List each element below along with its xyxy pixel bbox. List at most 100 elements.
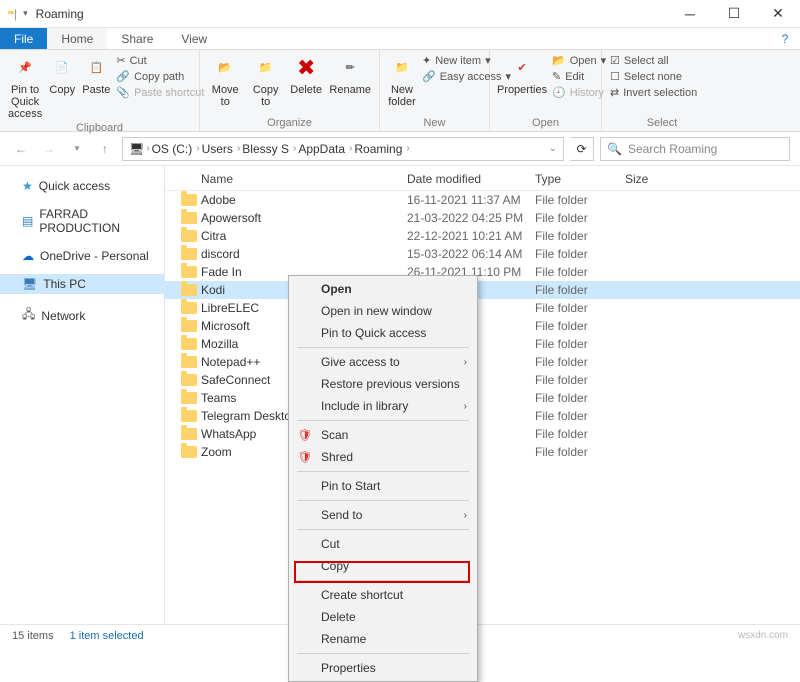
invert-selection-button[interactable]: ⇄ Invert selection <box>610 86 697 99</box>
breadcrumb-seg[interactable]: Blessy S <box>242 142 289 156</box>
ctx-include-in-library[interactable]: Include in library› <box>291 395 475 417</box>
tab-view[interactable]: View <box>167 28 221 49</box>
folder-icon <box>179 248 199 260</box>
file-type: File folder <box>535 337 625 351</box>
help-icon[interactable]: ? <box>770 28 800 49</box>
file-type: File folder <box>535 319 625 333</box>
new-folder-button[interactable]: 📁New folder <box>388 54 416 108</box>
refresh-button[interactable]: ⟳ <box>570 137 594 161</box>
ctx-copy[interactable]: Copy <box>291 555 475 577</box>
open-button[interactable]: 📂 Open ▾ <box>552 54 606 67</box>
file-date: 15-03-2022 06:14 AM <box>407 247 535 261</box>
ctx-give-access-to[interactable]: Give access to› <box>291 351 475 373</box>
minimize-button[interactable]: ─ <box>668 0 712 28</box>
ctx-pin-quick-access[interactable]: Pin to Quick access <box>291 322 475 344</box>
ctx-open[interactable]: Open <box>291 278 475 300</box>
cut-button[interactable]: ✂ Cut <box>116 54 204 67</box>
qat-dropdown-icon[interactable]: ▾ <box>23 8 28 19</box>
col-name[interactable]: Name <box>201 172 407 186</box>
ctx-create-shortcut[interactable]: Create shortcut <box>291 584 475 606</box>
sidebar-icon: ★ <box>22 179 33 193</box>
col-size[interactable]: Size <box>625 172 685 186</box>
table-row[interactable]: Citra22-12-2021 10:21 AMFile folder <box>165 227 800 245</box>
table-row[interactable]: KodiFile folder <box>165 281 800 299</box>
file-type: File folder <box>535 301 625 315</box>
recent-locations-button[interactable]: ▾ <box>66 138 88 160</box>
ctx-cut[interactable]: Cut <box>291 533 475 555</box>
ctx-properties[interactable]: Properties <box>291 657 475 679</box>
table-row[interactable]: Telegram DesktopFile folder <box>165 407 800 425</box>
shield-icon: 🛡 <box>297 450 313 464</box>
properties-button[interactable]: ✔Properties <box>498 54 546 96</box>
sidebar-item[interactable]: ☁ OneDrive - Personal <box>0 246 164 266</box>
file-name: discord <box>199 247 407 261</box>
file-name: Adobe <box>199 193 407 207</box>
search-input[interactable]: 🔍 Search Roaming <box>600 137 790 161</box>
status-selected-count: 1 item selected <box>70 630 144 642</box>
ctx-restore-previous[interactable]: Restore previous versions <box>291 373 475 395</box>
copy-button[interactable]: 📄Copy <box>48 54 76 96</box>
file-date: 22-12-2021 10:21 AM <box>407 229 535 243</box>
tab-home[interactable]: Home <box>47 28 107 49</box>
breadcrumb-seg[interactable]: Users <box>202 142 233 156</box>
sidebar-item-label: OneDrive - Personal <box>40 249 149 263</box>
ctx-send-to[interactable]: Send to› <box>291 504 475 526</box>
select-all-button[interactable]: ☑ Select all <box>610 54 697 67</box>
file-type: File folder <box>535 391 625 405</box>
maximize-button[interactable]: ☐ <box>712 0 756 28</box>
table-row[interactable]: Fade In26-11-2021 11:10 PMFile folder <box>165 263 800 281</box>
breadcrumb[interactable]: 🖥 › OS (C:)› Users› Blessy S› AppData› R… <box>122 137 564 161</box>
sidebar-icon: 🖧 <box>22 305 35 326</box>
pin-quick-access-button[interactable]: 📌Pin to Quick access <box>8 54 42 120</box>
ctx-scan[interactable]: 🛡Scan <box>291 424 475 446</box>
tab-share[interactable]: Share <box>107 28 167 49</box>
table-row[interactable]: discord15-03-2022 06:14 AMFile folder <box>165 245 800 263</box>
table-row[interactable]: TeamsFile folder <box>165 389 800 407</box>
file-type: File folder <box>535 211 625 225</box>
copy-path-button[interactable]: 🔗 Copy path <box>116 70 204 83</box>
close-button[interactable]: ✕ <box>756 0 800 28</box>
copy-to-button[interactable]: 📁Copy to <box>248 54 282 108</box>
table-row[interactable]: Adobe16-11-2021 11:37 AMFile folder <box>165 191 800 209</box>
folder-icon <box>179 194 199 206</box>
folder-icon <box>179 374 199 386</box>
paste-button[interactable]: 📋Paste <box>82 54 110 96</box>
delete-button[interactable]: ✖Delete <box>289 54 323 96</box>
col-type[interactable]: Type <box>535 172 625 186</box>
sidebar-item[interactable]: 🖧Network <box>0 302 164 329</box>
rename-button[interactable]: ✏Rename <box>329 54 371 96</box>
table-row[interactable]: Apowersoft21-03-2022 04:25 PMFile folder <box>165 209 800 227</box>
paste-shortcut-button[interactable]: 📎 Paste shortcut <box>116 86 204 99</box>
table-row[interactable]: Notepad++File folder <box>165 353 800 371</box>
breadcrumb-dropdown-icon[interactable]: ⌄ <box>549 143 557 154</box>
ctx-pin-to-start[interactable]: Pin to Start <box>291 475 475 497</box>
ctx-open-new-window[interactable]: Open in new window <box>291 300 475 322</box>
breadcrumb-seg[interactable]: OS (C:) <box>152 142 193 156</box>
file-type: File folder <box>535 265 625 279</box>
breadcrumb-seg[interactable]: AppData <box>298 142 345 156</box>
move-to-button[interactable]: 📂Move to <box>208 54 242 108</box>
table-row[interactable]: LibreELECFile folder <box>165 299 800 317</box>
sidebar-icon: ☁ <box>22 249 34 263</box>
tab-file[interactable]: File <box>0 28 47 49</box>
history-button[interactable]: 🕘 History <box>552 86 606 99</box>
table-row[interactable]: SafeConnectFile folder <box>165 371 800 389</box>
table-row[interactable]: MicrosoftFile folder <box>165 317 800 335</box>
table-row[interactable]: WhatsAppFile folder <box>165 425 800 443</box>
sidebar-item[interactable]: 🖥This PC <box>0 274 164 294</box>
table-row[interactable]: MozillaFile folder <box>165 335 800 353</box>
ctx-rename[interactable]: Rename <box>291 628 475 650</box>
back-button[interactable]: ← <box>10 138 32 160</box>
breadcrumb-seg[interactable]: Roaming <box>354 142 402 156</box>
ctx-shred[interactable]: 🛡Shred <box>291 446 475 468</box>
sidebar-item-label: This PC <box>43 277 86 291</box>
edit-button[interactable]: ✎ Edit <box>552 70 606 83</box>
table-row[interactable]: ZoomFile folder <box>165 443 800 461</box>
up-button[interactable]: ↑ <box>94 138 116 160</box>
sidebar-item[interactable]: ★Quick access <box>0 176 164 196</box>
select-none-button[interactable]: ☐ Select none <box>610 70 697 83</box>
forward-button[interactable]: → <box>38 138 60 160</box>
sidebar-item[interactable]: ▤FARRAD PRODUCTION <box>0 204 164 238</box>
ctx-delete[interactable]: Delete <box>291 606 475 628</box>
col-date[interactable]: Date modified <box>407 172 535 186</box>
